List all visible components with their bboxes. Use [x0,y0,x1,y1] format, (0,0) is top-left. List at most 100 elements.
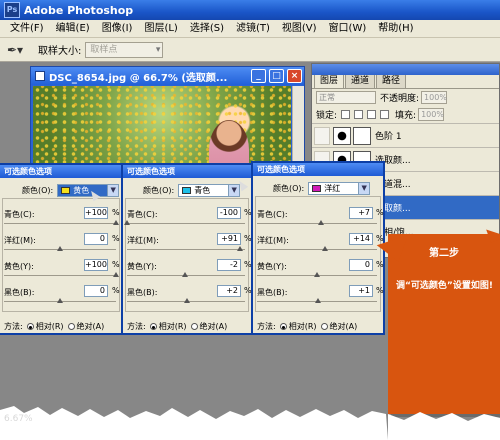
method-label: 方法: [257,322,276,331]
slider-label: 洋红(M): [127,236,159,245]
slider-thumb[interactable] [314,272,320,277]
menu-select[interactable]: 选择(S) [184,20,230,38]
layer-row[interactable]: 色阶 1 [312,123,499,147]
slider-thumb[interactable] [236,246,243,251]
dialog-title[interactable]: 可选颜色选项 [253,163,383,176]
options-bar: ✒▾ 取样大小: 取样点 [0,38,500,62]
slider-thumb[interactable] [113,272,119,277]
eyedropper-icon[interactable]: ✒▾ [6,41,24,59]
slider-value-field[interactable]: +2 [217,285,241,297]
photoshop-window: Ps Adobe Photoshop 文件(F) 编辑(E) 图像(I) 图层(… [0,0,500,440]
slider-track[interactable] [4,223,116,224]
document-title: DSC_8654.jpg @ 66.7% (选取颜... [49,72,228,84]
menu-help[interactable]: 帮助(H) [372,20,419,38]
percent-label: % [376,260,384,269]
visibility-toggle[interactable] [314,126,330,145]
color-select[interactable]: 青色 ▼ [178,184,241,197]
menu-window[interactable]: 窗口(W) [323,20,373,38]
slider-black: 黑色(B): +1 % [253,285,384,313]
lock-position-icon[interactable] [367,110,377,119]
document-title-bar[interactable]: DSC_8654.jpg @ 66.7% (选取颜... _ □ × [31,67,304,85]
slider-cyan: 青色(C): +7 % [253,207,384,235]
slider-value-field[interactable]: +1 [349,285,373,297]
menu-edit[interactable]: 编辑(E) [50,20,96,38]
absolute-label: 绝对(A) [199,322,228,331]
slider-thumb[interactable] [184,298,191,303]
relative-radio[interactable] [279,323,287,330]
slider-label: 黄色(Y): [257,262,287,271]
menu-layer[interactable]: 图层(L) [138,20,183,38]
menu-view[interactable]: 视图(V) [276,20,323,38]
tab-paths[interactable]: 路径 [376,74,407,88]
lock-all-icon[interactable] [380,110,390,119]
slider-value-field[interactable]: +100 [84,207,108,219]
slider-thumb[interactable] [322,246,329,251]
relative-label: 相对(R) [35,322,64,331]
slider-value-field[interactable]: +100 [84,259,108,271]
absolute-radio[interactable] [320,323,328,330]
adjustment-layer-icon [333,126,351,145]
selective-color-dialog-cyan: 可选颜色选项 颜色(O): 青色 ▼ 青色(C): -100 % 洋红(M): … [121,163,253,335]
slider-thumb[interactable] [124,220,130,225]
slider-value-field[interactable]: +14 [349,233,373,245]
relative-label: 相对(R) [288,322,317,331]
slider-thumb[interactable] [57,246,63,251]
slider-thumb[interactable] [318,220,325,225]
absolute-radio[interactable] [67,323,75,330]
tab-channels[interactable]: 通道 [345,74,376,88]
slider-thumb[interactable] [314,298,321,303]
chevron-down-icon[interactable]: ▼ [107,185,119,196]
method-row: 方法: 相对(R) 绝对(A) [4,321,104,332]
percent-label: % [112,260,120,269]
slider-value-field[interactable]: 0 [349,259,373,271]
percent-label: % [376,286,384,295]
maximize-button[interactable]: □ [269,69,284,83]
fill-field[interactable]: 100% [418,108,445,121]
callout-title: 第二步 [429,248,459,259]
slider-thumb[interactable] [181,272,188,277]
layer-mask-thumbnail [353,126,371,145]
slider-thumb[interactable] [113,220,119,225]
slider-track[interactable] [257,223,377,224]
layer-name: 色阶 1 [375,132,402,142]
document-icon [35,71,45,81]
lock-transparency-icon[interactable] [341,110,351,119]
color-select[interactable]: 洋红 ▼ [308,182,371,195]
percent-label: % [112,286,120,295]
relative-radio[interactable] [149,323,157,330]
blend-mode-select[interactable]: 正常 [316,91,376,104]
slider-track[interactable] [127,249,245,250]
slider-value-field[interactable]: +91 [217,233,241,245]
menu-image[interactable]: 图像(I) [96,20,139,38]
slider-track[interactable] [4,275,116,276]
slider-label: 青色(C): [257,210,288,219]
slider-track[interactable] [127,223,245,224]
tab-layers[interactable]: 图层 [314,74,345,88]
sample-size-select[interactable]: 取样点 [85,41,164,58]
dialog-title[interactable]: 可选颜色选项 [123,165,251,178]
absolute-label: 绝对(A) [329,322,358,331]
menu-filter[interactable]: 滤镜(T) [230,20,276,38]
color-swatch-icon [182,187,192,194]
menu-file[interactable]: 文件(F) [4,20,50,38]
slider-value-field[interactable]: 0 [84,285,108,297]
dialog-title[interactable]: 可选颜色选项 [0,165,122,178]
slider-value-field[interactable]: +7 [349,207,373,219]
layers-panel-title-bar[interactable] [312,64,499,75]
color-label: 颜色(O): [143,186,175,195]
chevron-down-icon[interactable]: ▼ [358,183,370,194]
absolute-radio[interactable] [190,323,198,330]
relative-radio[interactable] [26,323,34,330]
slider-value-field[interactable]: 0 [84,233,108,245]
slider-track[interactable] [257,249,377,250]
selective-color-dialog-magenta: 可选颜色选项 颜色(O): 洋红 ▼ 青色(C): +7 % 洋红(M): +1… [251,161,385,335]
lock-pixels-icon[interactable] [354,110,364,119]
slider-thumb[interactable] [57,298,63,303]
blend-row: 正常 不透明度: 100% [312,89,499,106]
close-button[interactable]: × [287,69,302,83]
minimize-button[interactable]: _ [251,69,266,83]
slider-value-field[interactable]: -100 [217,207,241,219]
opacity-field[interactable]: 100% [421,91,448,104]
photoshop-logo-icon: Ps [4,2,20,18]
slider-value-field[interactable]: -2 [217,259,241,271]
